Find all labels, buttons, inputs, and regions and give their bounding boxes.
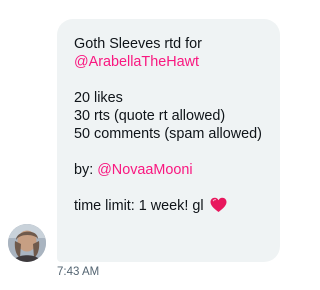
by-label: by: xyxy=(74,162,98,178)
message-line-mention: @ArabellaTheHawt xyxy=(74,53,272,71)
message-timestamp: 7:43 AM xyxy=(57,266,100,278)
message-line-by: by: @NovaaMooni xyxy=(74,161,272,179)
requirement-retweets: 30 rts (quote rt allowed) xyxy=(74,108,226,124)
mention-link-novaa[interactable]: @NovaaMooni xyxy=(97,162,192,178)
avatar[interactable] xyxy=(8,224,46,262)
message-text: Goth Sleeves rtd for xyxy=(74,36,202,52)
time-limit-text: time limit: 1 week! gl xyxy=(74,198,204,214)
requirement-comments: 50 comments (spam allowed) xyxy=(74,126,262,142)
message-line-title: Goth Sleeves rtd for xyxy=(74,35,272,53)
message-bubble[interactable]: Goth Sleeves rtd for @ArabellaTheHawt 20… xyxy=(57,19,280,262)
heart-icon xyxy=(210,197,227,218)
message-line-time-limit: time limit: 1 week! gl xyxy=(74,197,272,218)
mention-link-arabella[interactable]: @ArabellaTheHawt xyxy=(74,54,199,70)
requirement-likes: 20 likes xyxy=(74,90,123,106)
